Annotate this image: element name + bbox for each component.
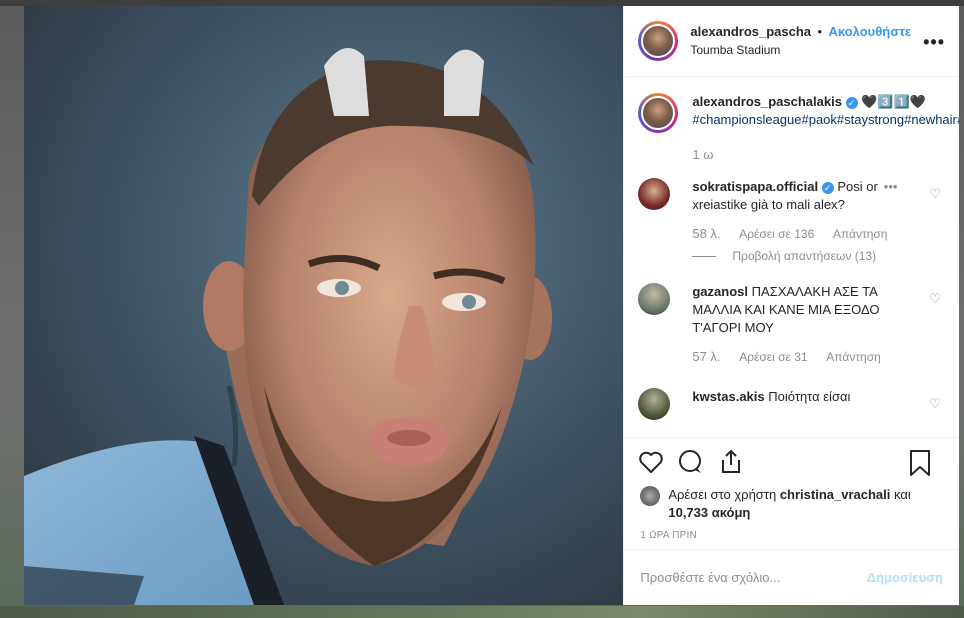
comment-avatar[interactable] xyxy=(638,388,671,420)
post-modal: alexandros_pascha • Ακολουθήστε Toumba S… xyxy=(24,6,959,605)
comment-body: gazanosl ΠΑΣΧΑΛΑΚΗ ΑΣΕ ΤΑ ΜΑΛΛΙΑ ΚΑΙ ΚΑΝ… xyxy=(692,283,902,337)
caption-username[interactable]: alexandros_paschalakis xyxy=(692,94,842,109)
bookmark-icon[interactable] xyxy=(909,450,931,476)
comment-username[interactable]: gazanosl xyxy=(692,284,748,299)
post-timestamp[interactable]: 1 ΩΡΑ ΠΡΙΝ xyxy=(624,522,959,541)
comment-reply-button[interactable]: Απάντηση xyxy=(833,227,888,241)
add-comment-bar: Προσθέστε ένα σχόλιο... Δημοσίευση xyxy=(624,549,959,605)
post-photo-illustration xyxy=(24,48,552,605)
comment-text: Posi or xyxy=(837,179,878,194)
comment-likes[interactable]: Αρέσει σε 31 xyxy=(739,350,807,364)
replies-line xyxy=(692,255,717,257)
comments-list[interactable]: alexandros_paschalakis ✓ 🖤3️⃣1️⃣🖤 #champ… xyxy=(624,77,959,438)
author-username[interactable]: alexandros_pascha xyxy=(690,24,811,39)
post-header: alexandros_pascha • Ακολουθήστε Toumba S… xyxy=(624,6,959,77)
liker-avatar[interactable] xyxy=(640,486,661,506)
caption-time[interactable]: 1 ω xyxy=(692,147,959,162)
comment-username[interactable]: sokratispapa.official xyxy=(692,179,818,194)
separator-dot: • xyxy=(817,24,823,39)
likes-middle: και xyxy=(894,487,911,502)
likes-text: Αρέσει στο χρήστη christina_vrachali και… xyxy=(668,486,910,522)
comment-time[interactable]: 58 λ. xyxy=(692,226,720,241)
comment-item: sokratispapa.official ✓ Posi or ••• xreia… xyxy=(624,178,959,214)
comment-input[interactable]: Προσθέστε ένα σχόλιο... xyxy=(640,570,866,585)
comment-username[interactable]: kwstas.akis xyxy=(692,389,764,404)
comment-body: kwstas.akis Ποιότητα είσαι xyxy=(692,388,902,420)
comment-text-line2: xreiastike già to mali alex? xyxy=(692,197,845,212)
share-icon[interactable] xyxy=(718,449,744,475)
caption-hashtags[interactable]: #championsleague#paok#staystrong#newhair… xyxy=(692,112,959,127)
comment-body: sokratispapa.official ✓ Posi or ••• xreia… xyxy=(692,178,902,214)
comment-meta: 58 λ. Αρέσει σε 136 Απάντηση xyxy=(692,226,959,241)
comment-like-icon[interactable]: ♡ xyxy=(929,291,941,307)
liker-username[interactable]: christina_vrachali xyxy=(780,487,891,502)
follow-button[interactable]: Ακολουθήστε xyxy=(829,24,912,39)
backdrop-bottom-strip xyxy=(0,606,964,618)
comment-meta: 57 λ. Αρέσει σε 31 Απάντηση xyxy=(692,349,959,364)
caption-avatar[interactable] xyxy=(638,93,679,133)
post-comment-button[interactable]: Δημοσίευση xyxy=(867,570,943,585)
post-side-panel: alexandros_pascha • Ακολουθήστε Toumba S… xyxy=(623,6,959,605)
comment-text: Ποιότητα είσαι xyxy=(768,389,851,404)
heart-icon[interactable] xyxy=(638,450,664,474)
view-replies-button[interactable]: Προβολή απαντήσεων (13) xyxy=(692,249,959,263)
comment-item: gazanosl ΠΑΣΧΑΛΑΚΗ ΑΣΕ ΤΑ ΜΑΛΛΙΑ ΚΑΙ ΚΑΝ… xyxy=(624,283,959,337)
view-replies-label[interactable]: Προβολή απαντήσεων (13) xyxy=(732,249,876,263)
caption-text: alexandros_paschalakis ✓ 🖤3️⃣1️⃣🖤 #champ… xyxy=(692,93,959,133)
likes-prefix: Αρέσει στο χρήστη xyxy=(668,487,777,502)
comment-avatar[interactable] xyxy=(638,283,671,315)
comment-more-icon[interactable]: ••• xyxy=(884,179,898,194)
likes-summary: Αρέσει στο χρήστη christina_vrachali και… xyxy=(624,486,959,522)
author-info: alexandros_pascha • Ακολουθήστε Toumba S… xyxy=(690,23,911,59)
caption-emoji: 🖤3️⃣1️⃣🖤 xyxy=(861,94,926,109)
comment-like-icon[interactable]: ♡ xyxy=(929,396,941,412)
comment-item: kwstas.akis Ποιότητα είσαι ♡ xyxy=(624,388,959,420)
comment-like-icon[interactable]: ♡ xyxy=(929,186,941,202)
comment-avatar[interactable] xyxy=(638,178,671,210)
more-options-icon[interactable]: ••• xyxy=(923,32,945,53)
author-avatar[interactable] xyxy=(638,21,679,61)
likes-count[interactable]: 10,733 ακόμη xyxy=(668,505,750,520)
comment-reply-button[interactable]: Απάντηση xyxy=(826,350,881,364)
post-caption: alexandros_paschalakis ✓ 🖤3️⃣1️⃣🖤 #champ… xyxy=(624,77,959,133)
location-link[interactable]: Toumba Stadium xyxy=(690,41,911,59)
verified-badge-icon: ✓ xyxy=(821,181,834,194)
verified-badge-icon: ✓ xyxy=(845,96,858,109)
post-photo[interactable] xyxy=(24,6,624,605)
action-bar xyxy=(624,438,959,486)
comment-time[interactable]: 57 λ. xyxy=(692,349,720,364)
comment-icon[interactable] xyxy=(678,450,704,474)
comment-likes[interactable]: Αρέσει σε 136 xyxy=(739,227,814,241)
